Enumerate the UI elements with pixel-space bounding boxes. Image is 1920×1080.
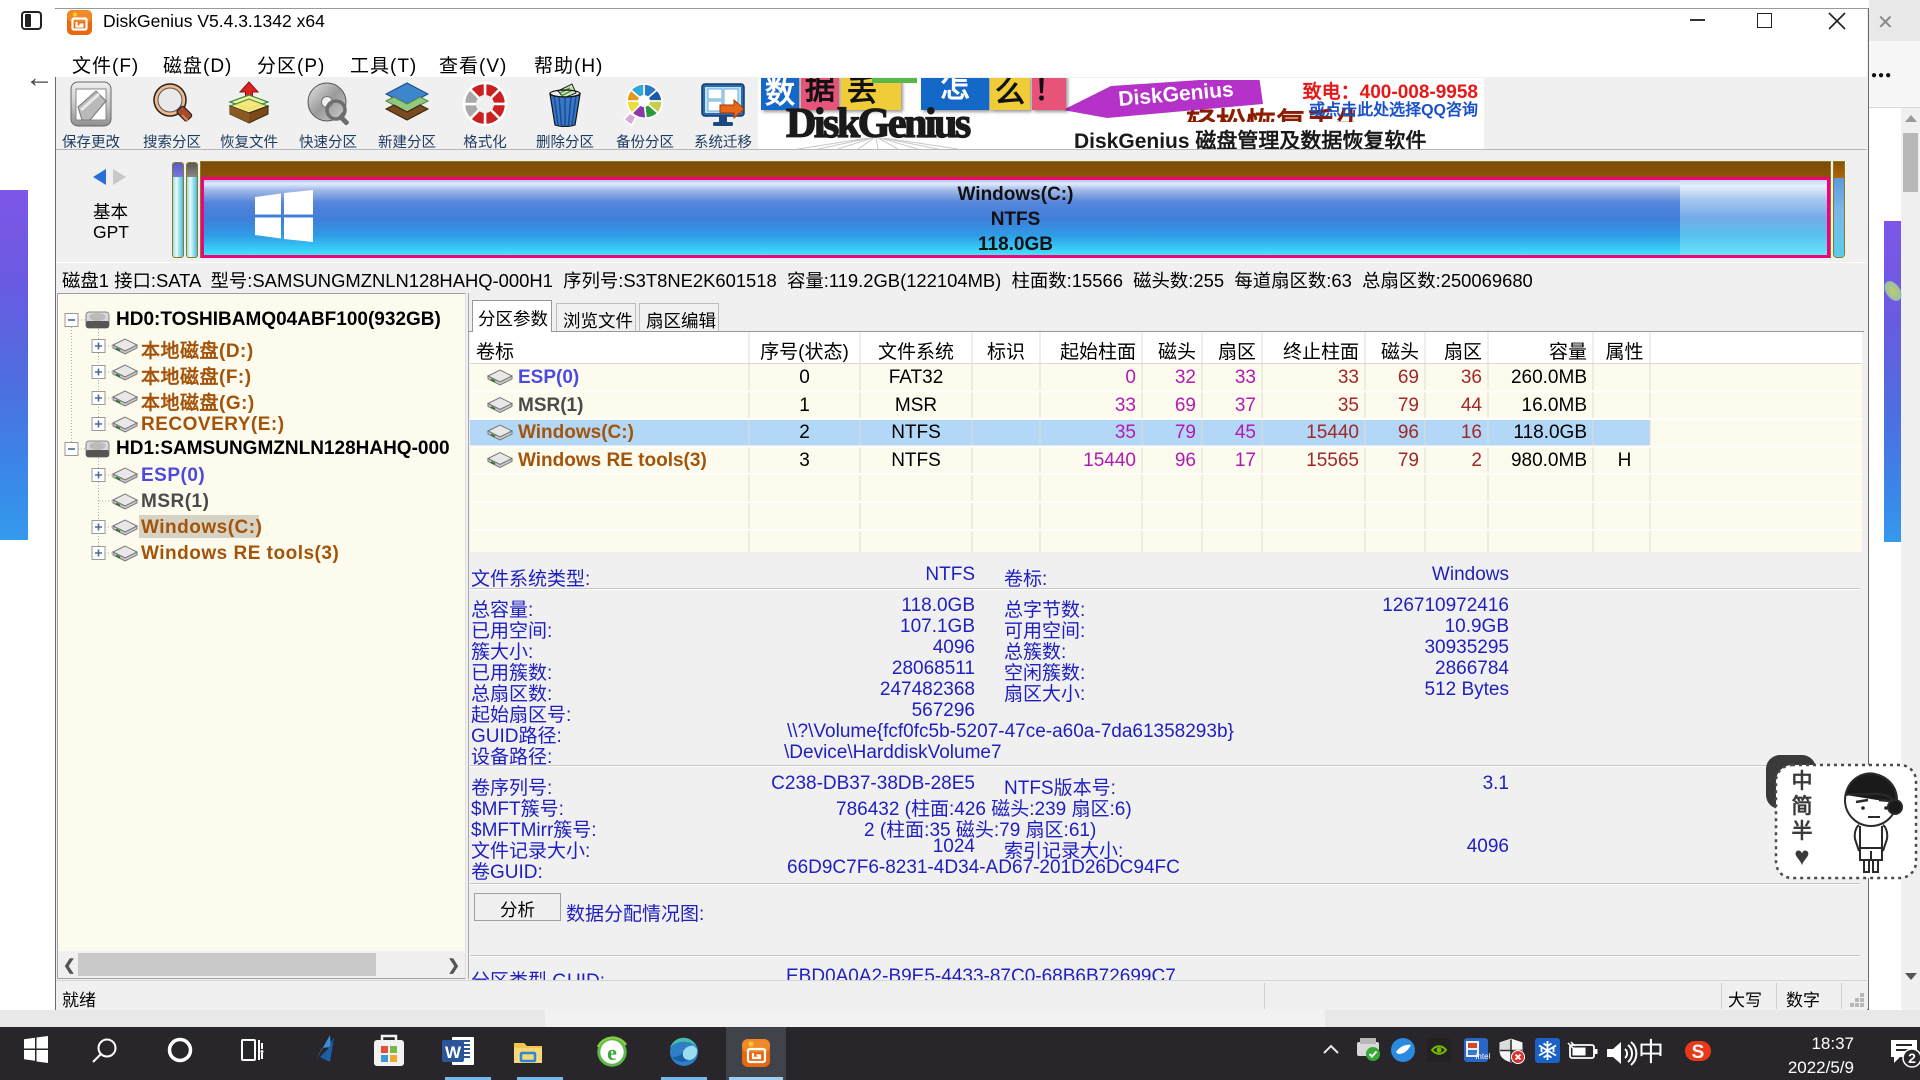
svg-text:e: e	[607, 1040, 617, 1065]
svg-text:中: 中	[1792, 770, 1813, 793]
svg-text:中: 中	[1638, 1037, 1664, 1067]
svg-text:18:37: 18:37	[1811, 1034, 1854, 1053]
svg-text:S: S	[1692, 1042, 1705, 1063]
svg-text:♥: ♥	[1794, 841, 1809, 871]
svg-text:2: 2	[1908, 1050, 1916, 1066]
svg-text:intel: intel	[1476, 1052, 1491, 1061]
svg-text:简: 简	[1792, 794, 1813, 818]
svg-text:2022/5/9: 2022/5/9	[1788, 1058, 1854, 1077]
svg-text:半: 半	[1792, 819, 1813, 843]
svg-text:W: W	[445, 1043, 462, 1062]
